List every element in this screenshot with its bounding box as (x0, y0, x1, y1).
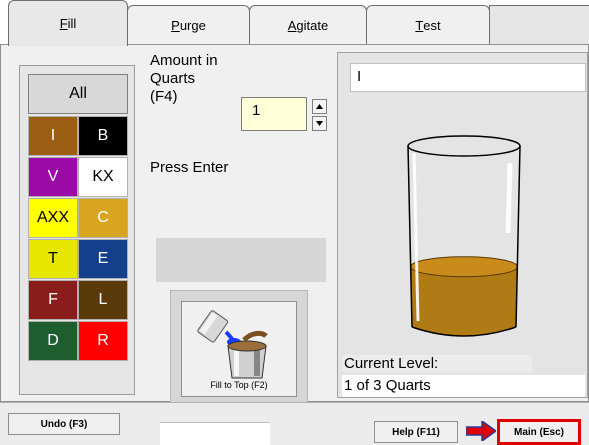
pour-can-icon (197, 310, 268, 379)
fill-to-top-frame: Fill to Top (F2) (170, 290, 308, 408)
bottom-status-area (160, 422, 270, 445)
fill-to-top-label: Fill to Top (F2) (210, 380, 268, 390)
current-level-value: 1 of 3 Quarts (342, 375, 585, 397)
press-enter-label: Press Enter (150, 159, 229, 176)
color-cell-kx[interactable]: KX (78, 157, 128, 197)
tab-bar-filler (489, 5, 589, 45)
glass-rim (407, 135, 521, 157)
tab-bar: Fill Purge Agitate Test (0, 0, 589, 46)
fill-to-top-button[interactable]: Fill to Top (F2) (181, 301, 297, 397)
all-colors-button[interactable]: All (28, 74, 128, 114)
spin-up-button[interactable] (312, 99, 327, 114)
tab-test-key: T (415, 18, 424, 33)
amount-label-line2: Quarts (150, 70, 196, 87)
tab-test-rest: est (423, 18, 441, 33)
color-cell-c[interactable]: C (78, 198, 128, 238)
liquid-surface (410, 256, 518, 278)
amount-label-line1: Amount in (150, 52, 218, 69)
tab-agitate-key: A (287, 18, 297, 33)
color-cell-l[interactable]: L (78, 280, 128, 320)
tab-purge-rest: urge (179, 18, 206, 33)
color-grid: All I B V KX AXX C T E F L D R (19, 65, 135, 395)
amount-quarts-input[interactable]: 1 (241, 97, 307, 131)
color-cell-t[interactable]: T (28, 239, 78, 279)
bottom-toolbar: Undo (F3) Help (F11) Main (Esc) (0, 402, 589, 445)
glass-wall-right (515, 145, 521, 328)
glass-highlight-right (505, 162, 513, 234)
tab-purge[interactable]: Purge (127, 5, 250, 45)
color-cell-d[interactable]: D (28, 321, 78, 361)
color-cell-axx[interactable]: AXX (28, 198, 78, 238)
container-view-panel: I Current Level: 1 of 3 Quarts (337, 52, 588, 398)
tab-fill-key: F (59, 16, 68, 31)
color-cell-r[interactable]: R (78, 321, 128, 361)
tab-fill-rest: ill (67, 16, 77, 31)
spin-down-icon (316, 121, 323, 126)
tab-purge-key: P (171, 18, 180, 33)
spin-up-icon (316, 104, 323, 109)
color-cell-i[interactable]: I (28, 116, 78, 156)
arrow-right-icon (466, 421, 496, 441)
tab-agitate-rest: gitate (296, 18, 329, 33)
undo-button[interactable]: Undo (F3) (8, 413, 120, 435)
glass-wall-left (407, 145, 413, 328)
container-cylinder-graphic (407, 135, 521, 337)
current-level-label: Current Level: (342, 355, 532, 372)
tab-fill[interactable]: Fill (8, 0, 128, 46)
color-cell-b[interactable]: B (78, 116, 128, 156)
help-button[interactable]: Help (F11) (374, 421, 458, 443)
color-cell-f[interactable]: F (28, 280, 78, 320)
main-button[interactable]: Main (Esc) (497, 419, 581, 445)
spin-down-button[interactable] (312, 116, 327, 131)
tab-agitate[interactable]: Agitate (249, 5, 367, 45)
amount-label-line3: (F4) (150, 88, 178, 105)
amount-label: Amount in Quarts (F4) (150, 52, 242, 106)
info-box (156, 238, 326, 282)
tab-test[interactable]: Test (366, 5, 490, 45)
color-cell-v[interactable]: V (28, 157, 78, 197)
color-cell-e[interactable]: E (78, 239, 128, 279)
